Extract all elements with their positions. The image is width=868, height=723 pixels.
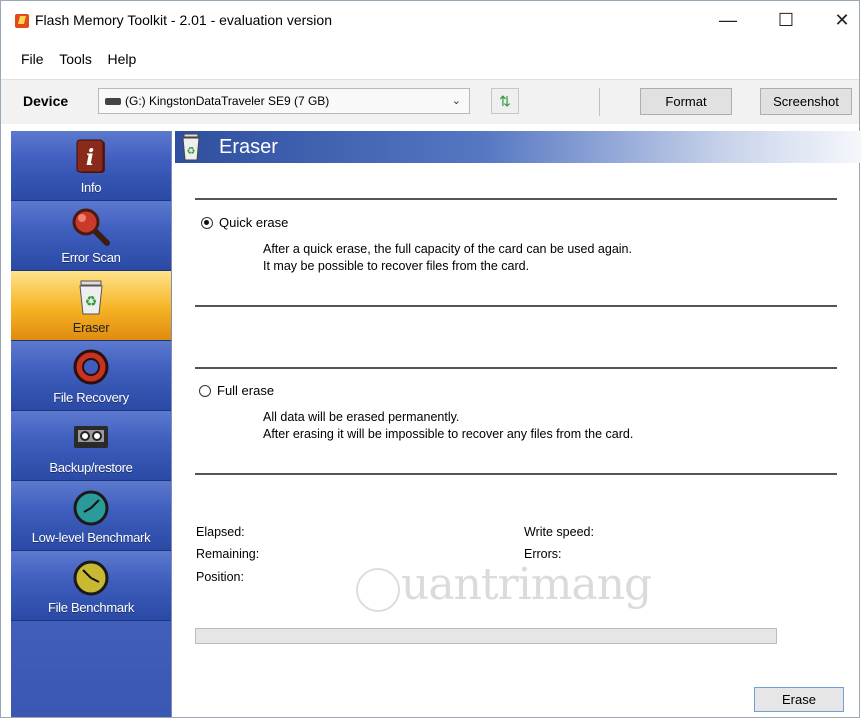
screenshot-button[interactable]: Screenshot xyxy=(760,88,852,115)
refresh-device-button[interactable]: ⇅ xyxy=(491,88,519,114)
sidebar-item-backup-restore[interactable]: Backup/restore xyxy=(11,411,171,481)
panel-header: ♻ Eraser xyxy=(175,131,861,163)
stopwatch-icon xyxy=(73,490,109,526)
svg-text:♻: ♻ xyxy=(187,146,196,157)
device-label: Device xyxy=(23,93,69,109)
close-button[interactable]: ✕ xyxy=(819,1,865,39)
erase-button[interactable]: Erase xyxy=(754,687,844,712)
title-bar: Flash Memory Toolkit - 2.01 - evaluation… xyxy=(1,1,859,39)
radio-unselected-icon xyxy=(199,384,211,397)
sidebar-item-label: Eraser xyxy=(72,320,110,335)
minimize-button[interactable]: — xyxy=(705,1,751,39)
quick-erase-desc-line1: After a quick erase, the full capacity o… xyxy=(263,242,632,256)
sidebar-item-info[interactable]: i Info xyxy=(11,131,171,201)
quick-erase-label: Quick erase xyxy=(219,215,289,230)
watermark: uantrimang xyxy=(401,559,652,610)
radio-selected-icon xyxy=(201,216,213,229)
menu-tools[interactable]: Tools xyxy=(53,47,98,71)
info-icon: i xyxy=(76,139,105,173)
drive-icon xyxy=(105,98,121,106)
stopwatch-icon xyxy=(73,560,109,596)
svg-text:♻: ♻ xyxy=(85,293,98,309)
menu-bar: File Tools Help xyxy=(1,47,859,71)
menu-help[interactable]: Help xyxy=(102,47,143,71)
quick-erase-desc-line2: It may be possible to recover files from… xyxy=(263,259,530,273)
quick-erase-radio[interactable]: Quick erase xyxy=(201,215,288,230)
maximize-button[interactable]: ☐ xyxy=(763,1,809,39)
position-label: Position: xyxy=(196,570,244,584)
sidebar-item-eraser[interactable]: ♻ Eraser xyxy=(11,271,171,341)
device-select[interactable]: (G:) KingstonDataTraveler SE9 (7 GB) ⌄ xyxy=(98,88,470,114)
device-select-value: (G:) KingstonDataTraveler SE9 (7 GB) xyxy=(125,94,330,108)
refresh-icon: ⇅ xyxy=(499,92,511,109)
write-speed-label: Write speed: xyxy=(524,525,594,539)
sidebar-item-file-recovery[interactable]: File Recovery xyxy=(11,341,171,411)
recycle-bin-icon: ♻ xyxy=(79,280,103,315)
divider xyxy=(195,473,837,475)
app-window: Flash Memory Toolkit - 2.01 - evaluation… xyxy=(0,0,861,718)
full-erase-desc-line2: After erasing it will be impossible to r… xyxy=(263,427,634,441)
sidebar-item-label: Low-level Benchmark xyxy=(31,530,151,545)
menu-file[interactable]: File xyxy=(15,47,50,71)
sidebar-item-label: Error Scan xyxy=(61,250,121,265)
sidebar-item-label: Backup/restore xyxy=(49,460,133,475)
sidebar-item-error-scan[interactable]: Error Scan xyxy=(11,201,171,271)
sidebar-item-file-benchmark[interactable]: File Benchmark xyxy=(11,551,171,621)
full-erase-description: All data will be erased permanently. Aft… xyxy=(263,409,633,443)
lifebuoy-icon xyxy=(73,349,109,385)
quick-erase-description: After a quick erase, the full capacity o… xyxy=(263,241,632,275)
divider xyxy=(195,198,837,200)
chevron-down-icon: ⌄ xyxy=(451,95,461,107)
divider xyxy=(195,305,837,307)
watermark-bulb-icon xyxy=(356,568,400,612)
sidebar-item-low-level-benchmark[interactable]: Low-level Benchmark xyxy=(11,481,171,551)
format-button[interactable]: Format xyxy=(640,88,732,115)
full-erase-desc-line1: All data will be erased permanently. xyxy=(263,410,460,424)
sidebar: i Info Error Scan ♻ Eraser File Recovery… xyxy=(11,131,172,717)
full-erase-label: Full erase xyxy=(217,383,275,398)
erase-progress-bar xyxy=(195,628,777,644)
toolbar-divider xyxy=(599,88,600,116)
sidebar-item-label: File Benchmark xyxy=(47,600,135,615)
full-erase-radio[interactable]: Full erase xyxy=(199,383,274,398)
divider xyxy=(195,367,837,369)
device-toolbar: Device (G:) KingstonDataTraveler SE9 (7 … xyxy=(1,79,859,124)
sidebar-item-label: Info xyxy=(80,180,102,195)
tape-icon xyxy=(74,426,108,448)
panel-title: Eraser xyxy=(219,136,278,158)
sidebar-item-label: File Recovery xyxy=(53,390,129,405)
recycle-bin-icon: ♻ xyxy=(182,133,200,161)
magnifier-icon xyxy=(72,208,110,246)
window-title: Flash Memory Toolkit - 2.01 - evaluation… xyxy=(35,12,332,28)
svg-text:i: i xyxy=(86,145,94,171)
app-logo-icon xyxy=(15,14,29,28)
remaining-label: Remaining: xyxy=(196,547,260,561)
elapsed-label: Elapsed: xyxy=(196,525,245,539)
